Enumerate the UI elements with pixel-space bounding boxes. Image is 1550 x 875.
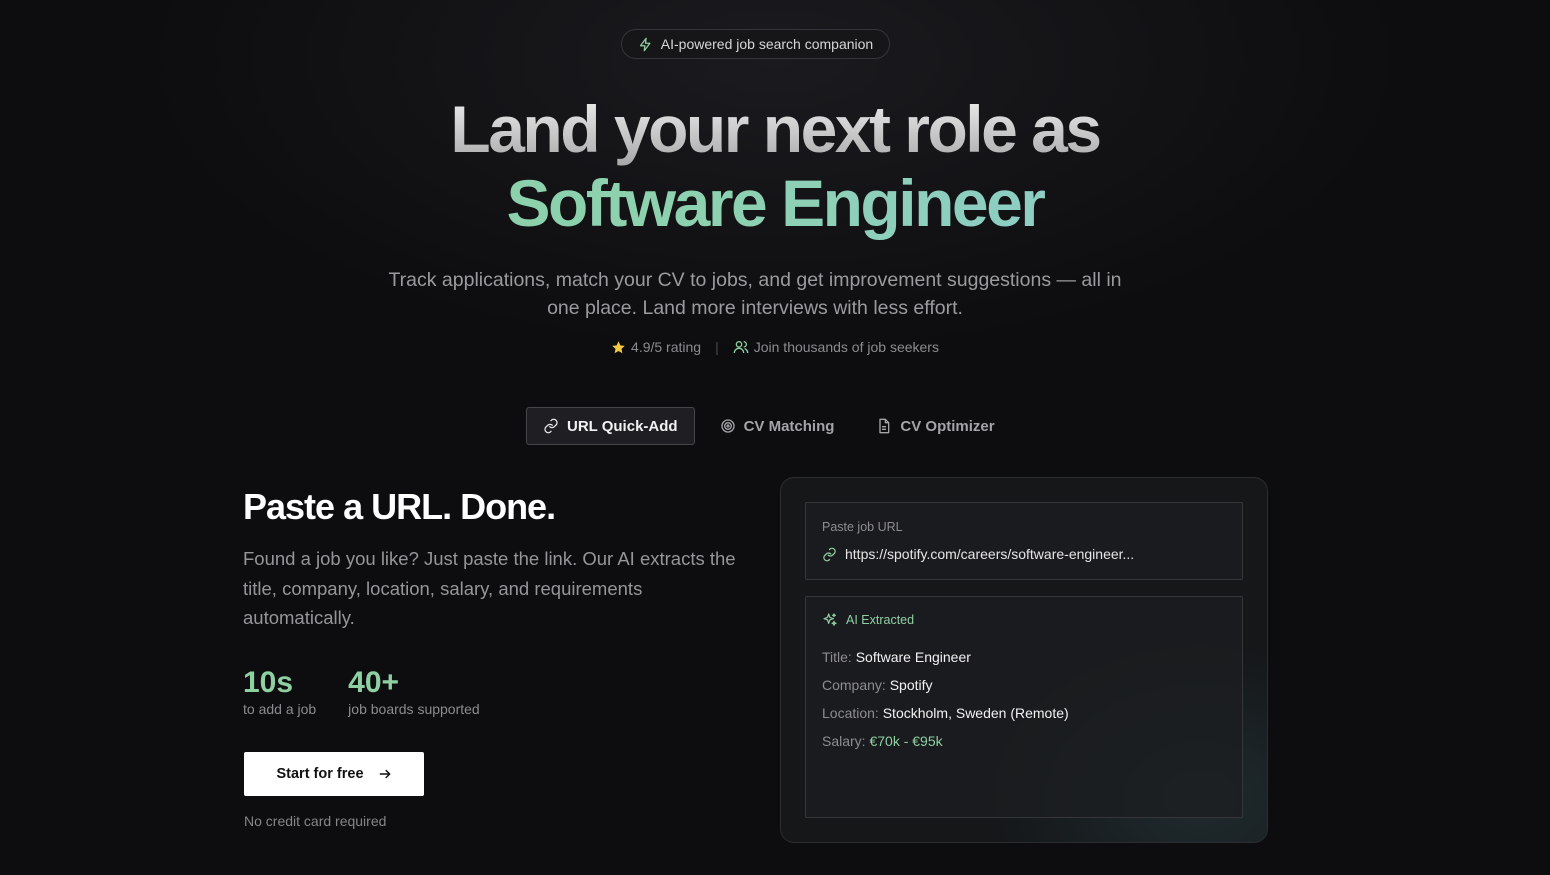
tab-label: CV Optimizer — [900, 417, 995, 435]
stat-value: 10s — [243, 666, 294, 699]
input-label: Paste job URL — [822, 520, 903, 534]
headline-line-1: Land your next role as — [0, 92, 1550, 166]
field-key: Company: — [822, 677, 886, 693]
field-value: Software Engineer — [855, 649, 971, 665]
hero-subtitle: Track applications, match your CV to job… — [388, 269, 1122, 319]
rating: 4.9/5 rating — [611, 339, 701, 355]
url-value: https://spotify.com/careers/software-eng… — [822, 546, 1134, 562]
field-key: Location: — [822, 705, 879, 721]
cta-label: Start for free — [276, 766, 364, 782]
users-icon — [733, 341, 749, 354]
extracted-row-company: Company: Spotify — [822, 671, 1069, 699]
badge-text: AI-powered job search companion — [660, 36, 874, 52]
job-url-input[interactable]: Paste job URL https://spotify.com/career… — [805, 502, 1243, 580]
feature-title: Paste a URL. Done. — [243, 486, 556, 527]
extracted-row-salary: Salary: €70k - €95k — [822, 727, 1069, 755]
feature-stats: 10s to add a job 40+ job boards supporte… — [243, 665, 480, 717]
hero-headline: Land your next role as Software Engineer — [0, 92, 1550, 240]
join-count: Join thousands of job seekers — [733, 339, 939, 355]
tab-label: URL Quick-Add — [567, 417, 678, 435]
feature-tabs: URL Quick-Add CV Matching CV Optimizer — [526, 407, 1012, 445]
tab-url-quick-add[interactable]: URL Quick-Add — [526, 407, 695, 445]
stat-item: 10s to add a job — [243, 665, 316, 717]
field-value: Stockholm, Sweden (Remote) — [882, 705, 1069, 721]
rating-text: 4.9/5 rating — [631, 339, 702, 355]
headline-line-2: Software Engineer — [0, 166, 1550, 240]
lightning-icon — [639, 37, 651, 51]
meta-separator: | — [715, 339, 719, 355]
stat-label: to add a job — [243, 701, 317, 717]
field-value: €70k - €95k — [869, 733, 943, 749]
arrow-right-icon — [379, 769, 390, 779]
start-for-free-button[interactable]: Start for free — [244, 752, 424, 796]
demo-card: Paste job URL https://spotify.com/career… — [780, 477, 1268, 843]
tab-cv-matching[interactable]: CV Matching — [703, 407, 852, 445]
extracted-fields: Title: Software Engineer Company: Spotif… — [822, 643, 1069, 755]
link-icon — [544, 418, 558, 434]
hero-badge: AI-powered job search companion — [621, 29, 890, 59]
sparkles-icon — [823, 613, 837, 626]
social-proof: 4.9/5 rating | Join thousands of job see… — [0, 339, 1550, 355]
stat-label: job boards supported — [348, 701, 480, 717]
join-text: Join thousands of job seekers — [753, 339, 939, 355]
target-icon — [720, 419, 735, 433]
url-text: https://spotify.com/careers/software-eng… — [845, 546, 1135, 562]
tab-label: CV Matching — [743, 417, 835, 435]
field-key: Title: — [822, 649, 852, 665]
field-key: Salary: — [822, 733, 866, 749]
field-value: Spotify — [889, 677, 933, 693]
star-icon — [612, 340, 625, 353]
document-icon — [879, 418, 890, 434]
no-credit-card-note: No credit card required — [244, 813, 387, 829]
extracted-header: AI Extracted — [822, 612, 914, 628]
extracted-row-location: Location: Stockholm, Sweden (Remote) — [822, 699, 1069, 727]
tab-cv-optimizer[interactable]: CV Optimizer — [859, 407, 1011, 445]
extracted-label: AI Extracted — [846, 613, 915, 627]
ai-extracted-panel: AI Extracted Title: Software Engineer Co… — [805, 596, 1243, 818]
link-icon — [823, 547, 836, 561]
stat-value: 40+ — [348, 666, 400, 699]
feature-description: Found a job you like? Just paste the lin… — [243, 548, 736, 628]
stat-item: 40+ job boards supported — [348, 665, 480, 717]
extracted-row-title: Title: Software Engineer — [822, 643, 1069, 671]
